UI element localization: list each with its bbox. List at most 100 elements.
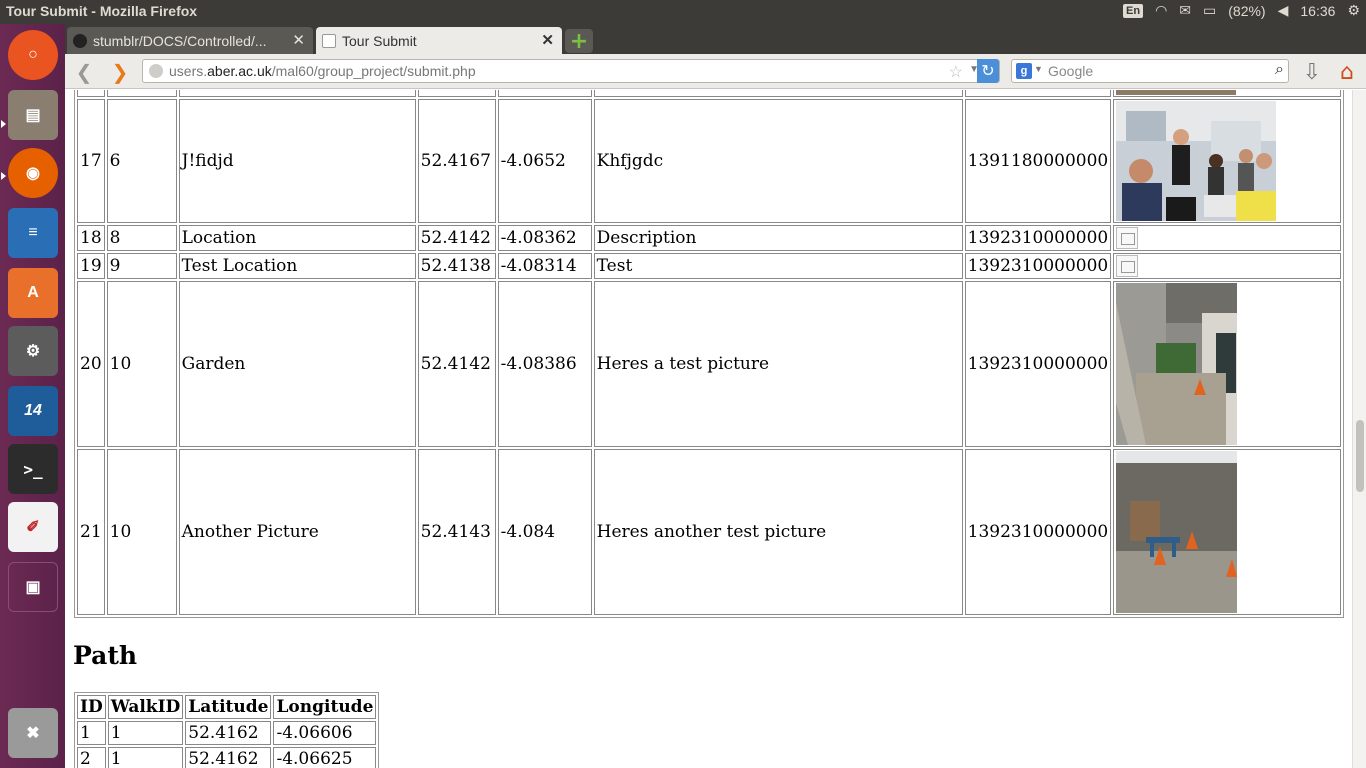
broken-image-icon [1116,227,1139,249]
cell-id: 21 [77,449,105,615]
home-icon[interactable]: ⌂ [1333,58,1361,86]
cell-description: Test [593,253,963,279]
url-bar[interactable]: users. aber.ac.uk/mal60/group_project/sub… [142,59,1000,83]
workspace-icon[interactable]: ▣ [8,562,58,612]
close-icon[interactable]: ✕ [541,31,554,49]
table-row: 19 9 Test Location 52.4138 -4.08314 Test… [77,253,1341,279]
settings-icon[interactable]: ⚙ [8,326,58,376]
site-identity-icon[interactable] [149,64,163,78]
table-row: 2 1 52.4162 -4.06625 [77,747,377,768]
tab-label: stumblr/DOCS/Controlled/... [93,32,267,49]
cell-walk-id: 6 [106,99,177,223]
url-host: aber.ac.uk [207,63,272,79]
forward-button[interactable]: ❯ [107,60,133,84]
indicator-area: En ◠ ✉ ▭ (82%) ◀ 16:36 ⚙ [1123,2,1360,19]
cell-name: Test Location [178,253,416,279]
software-center-icon[interactable]: A [8,268,58,318]
table-row [77,90,1341,97]
google-engine-icon[interactable]: g [1016,63,1032,79]
battery-percent[interactable]: (82%) [1228,3,1265,19]
broken-image-icon [1116,255,1139,277]
scrollbar-thumb[interactable] [1356,420,1364,492]
cell-timestamp: 1391180000000 [964,99,1112,223]
cell-name: Location [178,225,416,251]
new-tab-button[interactable]: + [565,29,593,54]
launcher-indicator [1,120,6,128]
navigation-toolbar: ❮ ❯ users. aber.ac.uk/mal60/group_project… [65,54,1366,89]
ide-icon[interactable]: 14 [8,386,58,436]
tab-github[interactable]: stumblr/DOCS/Controlled/... ✕ [67,27,313,54]
battery-icon[interactable]: ▭ [1203,2,1216,19]
cell-id: 1 [77,721,106,745]
cell-latitude: 52.4138 [417,253,496,279]
download-icon[interactable]: ⇩ [1299,59,1325,85]
table-row: 18 8 Location 52.4142 -4.08362 Descripti… [77,225,1341,251]
cell-longitude: -4.0652 [497,99,592,223]
location-photo [1116,101,1277,221]
tab-strip: stumblr/DOCS/Controlled/... ✕ Tour Submi… [65,24,1366,54]
files-icon[interactable]: ▤ [8,90,58,140]
location-photo [1116,283,1238,445]
table-row: 17 6 J!fidjd 52.4167 -4.0652 Khfjgdc 139… [77,99,1341,223]
close-icon[interactable]: ✕ [292,31,305,49]
ubuntu-icon[interactable]: ○ [8,30,58,80]
cell-name: J!fidjd [178,99,416,223]
column-header: ID [77,695,106,719]
column-header: Latitude [185,695,272,719]
cell-timestamp: 1392310000000 [964,281,1112,447]
tab-label: Tour Submit [342,32,417,49]
terminal-icon[interactable]: >_ [8,444,58,494]
search-placeholder: Google [1048,63,1094,79]
column-header: Longitude [273,695,377,719]
keyboard-layout-indicator[interactable]: En [1123,3,1144,18]
search-icon[interactable]: ⌕ [1275,61,1284,79]
cell-walk-id: 1 [107,747,184,768]
cell-walk-id: 1 [107,721,184,745]
path-heading: Path [73,641,138,670]
cell-walk-id: 9 [106,253,177,279]
path-table: ID WalkID Latitude Longitude 1 1 52.4162… [74,692,380,768]
cell-walk-id: 8 [106,225,177,251]
cell-description: Khfjgdc [593,99,963,223]
wifi-icon[interactable]: ◠ [1155,2,1167,19]
cell-latitude: 52.4162 [185,747,272,768]
url-path: /mal60/group_project/submit.php [271,63,476,79]
cell-timestamp: 1392310000000 [964,225,1112,251]
table-row: 20 10 Garden 52.4142 -4.08386 Heres a te… [77,281,1341,447]
system-top-bar: Tour Submit - Mozilla Firefox En ◠ ✉ ▭ (… [0,0,1366,24]
location-photo [1116,90,1237,95]
column-header: WalkID [107,695,184,719]
reload-button[interactable]: ↻ [977,59,999,83]
search-input[interactable]: g ▼ Google ⌕ [1011,59,1289,83]
cell-latitude: 52.4142 [417,281,496,447]
back-button[interactable]: ❮ [71,60,97,84]
firefox-icon[interactable]: ◉ [8,148,58,198]
volume-icon[interactable]: ◀ [1278,2,1289,19]
cell-latitude: 52.4162 [185,721,272,745]
mail-icon[interactable]: ✉ [1179,2,1191,19]
table-row: 1 1 52.4162 -4.06606 [77,721,377,745]
cell-longitude: -4.08386 [497,281,592,447]
chevron-down-icon[interactable]: ▼ [1034,64,1043,74]
trash-icon[interactable]: ✖ [8,708,58,758]
vertical-scrollbar[interactable] [1352,90,1366,768]
table-header-row: ID WalkID Latitude Longitude [77,695,377,719]
cell-description: Heres a test picture [593,281,963,447]
cell-id: 20 [77,281,105,447]
bookmark-star-icon[interactable]: ☆ [949,62,963,82]
cell-image [1113,99,1341,223]
cell-latitude: 52.4143 [417,449,496,615]
gear-icon[interactable]: ⚙ [1347,2,1360,19]
launcher-indicator [1,172,6,180]
page-icon [322,33,336,48]
cell-longitude: -4.084 [497,449,592,615]
reader-icon[interactable]: ✐ [8,502,58,552]
cell-longitude: -4.08314 [497,253,592,279]
cell-id: 19 [77,253,105,279]
cell-longitude: -4.08362 [497,225,592,251]
page-content: 17 6 J!fidjd 52.4167 -4.0652 Khfjgdc 139… [65,90,1352,768]
cell-id: 17 [77,99,105,223]
clock[interactable]: 16:36 [1300,3,1335,19]
tab-tour-submit[interactable]: Tour Submit ✕ [316,27,562,54]
writer-icon[interactable]: ≡ [8,208,58,258]
